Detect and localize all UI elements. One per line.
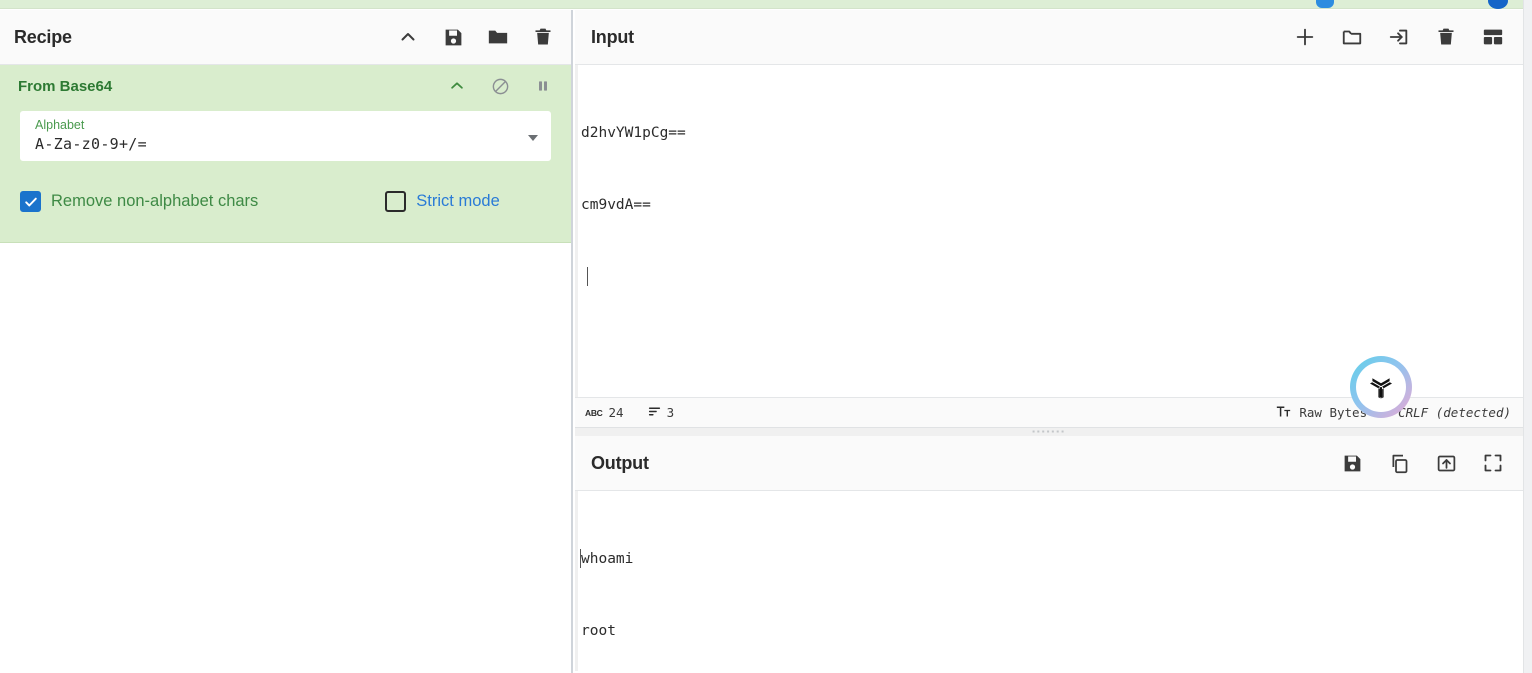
assistant-badge-inner bbox=[1356, 362, 1406, 412]
strict-mode-checkbox[interactable]: Strict mode bbox=[385, 191, 500, 212]
operation-from-base64[interactable]: From Base64 Alphabet A-Za-z0-9+/= Remove… bbox=[0, 65, 571, 243]
remove-non-alphabet-chars-checkbox[interactable]: Remove non-alphabet chars bbox=[20, 191, 258, 212]
operation-arguments: Alphabet A-Za-z0-9+/= bbox=[20, 111, 551, 161]
add-input-tab-icon[interactable] bbox=[1293, 25, 1317, 49]
operation-checkboxes: Remove non-alphabet chars Strict mode bbox=[20, 191, 551, 212]
assistant-badge[interactable] bbox=[1350, 356, 1412, 418]
disable-operation-icon[interactable] bbox=[490, 76, 510, 96]
operation-header: From Base64 bbox=[0, 65, 571, 107]
input-editor-gutter bbox=[575, 65, 578, 397]
input-title: Input bbox=[591, 26, 634, 47]
clear-recipe-icon[interactable] bbox=[531, 25, 555, 49]
clear-input-icon[interactable] bbox=[1434, 25, 1458, 49]
abc-icon: ABC bbox=[585, 407, 603, 418]
copy-output-icon[interactable] bbox=[1387, 451, 1411, 475]
checkbox-unchecked-icon[interactable] bbox=[385, 191, 407, 212]
io-splitter[interactable]: ▪▪▪▪▪▪▪ bbox=[575, 428, 1523, 436]
output-text: whoami root bbox=[575, 499, 1523, 671]
recipe-title-bar: Recipe bbox=[0, 10, 571, 65]
output-editor-gutter bbox=[575, 491, 578, 671]
input-lines-status[interactable]: 3 bbox=[648, 405, 675, 421]
cyberchef-app: Recipe From Base64 Alphabet A-Za-z0-9+/=… bbox=[0, 0, 1532, 673]
input-line: cm9vdA== bbox=[581, 197, 651, 213]
input-toolbar bbox=[1293, 25, 1505, 49]
output-editor[interactable]: whoami root bbox=[575, 491, 1523, 671]
maximise-output-icon[interactable] bbox=[1481, 451, 1505, 475]
recipe-area-top-edge bbox=[0, 0, 1523, 9]
partial-blue-icon-left[interactable] bbox=[1316, 0, 1334, 8]
output-panel: Output whoami root bbox=[575, 436, 1523, 673]
output-title-bar: Output bbox=[575, 436, 1523, 491]
splitter-grip-icon: ▪▪▪▪▪▪▪ bbox=[1032, 427, 1066, 436]
operation-title: From Base64 bbox=[18, 77, 113, 95]
page-title: Recipe bbox=[14, 26, 72, 47]
lines-icon bbox=[648, 405, 661, 421]
output-line: whoami bbox=[580, 547, 1523, 571]
font-icon bbox=[1276, 404, 1291, 422]
input-caret bbox=[581, 265, 1523, 289]
recipe-panel: Recipe From Base64 Alphabet A-Za-z0-9+/=… bbox=[0, 10, 573, 673]
alphabet-dropdown[interactable]: Alphabet A-Za-z0-9+/= bbox=[20, 111, 551, 161]
open-file-as-input-icon[interactable] bbox=[1387, 25, 1411, 49]
output-title: Output bbox=[591, 452, 649, 473]
alphabet-label: Alphabet bbox=[35, 118, 85, 132]
output-toolbar bbox=[1340, 451, 1505, 475]
input-length-status[interactable]: ABC 24 bbox=[585, 405, 624, 420]
remove-non-alphabet-chars-label: Remove non-alphabet chars bbox=[51, 192, 259, 210]
chevron-down-icon[interactable] bbox=[528, 135, 538, 141]
collapse-operation-icon[interactable] bbox=[447, 76, 467, 96]
top-edge-sliver bbox=[0, 0, 1532, 10]
recipe-toolbar bbox=[396, 25, 555, 49]
replace-input-with-output-icon[interactable] bbox=[1434, 451, 1458, 475]
input-editor[interactable]: d2hvYW1pCg== cm9vdA== bbox=[575, 65, 1523, 397]
output-line: root bbox=[581, 623, 616, 639]
input-tab-layout-icon[interactable] bbox=[1481, 25, 1505, 49]
strict-mode-label: Strict mode bbox=[416, 192, 500, 210]
input-text[interactable]: d2hvYW1pCg== cm9vdA== bbox=[575, 73, 1523, 337]
right-scroll-gutter[interactable] bbox=[1523, 0, 1532, 673]
input-line: d2hvYW1pCg== bbox=[581, 125, 686, 141]
input-title-bar: Input bbox=[575, 10, 1523, 65]
operation-toolbar bbox=[447, 76, 553, 96]
tri-prong-logo-icon bbox=[1370, 378, 1392, 399]
breakpoint-operation-icon[interactable] bbox=[533, 76, 553, 96]
save-output-icon[interactable] bbox=[1340, 451, 1364, 475]
checkbox-checked-icon[interactable] bbox=[20, 191, 41, 212]
input-length-value: 24 bbox=[608, 405, 624, 420]
alphabet-value: A-Za-z0-9+/= bbox=[35, 135, 147, 153]
open-folder-as-input-icon[interactable] bbox=[1340, 25, 1364, 49]
input-line-ending-value[interactable]: CRLF (detected) bbox=[1398, 405, 1511, 420]
input-lines-value: 3 bbox=[666, 405, 675, 420]
save-recipe-icon[interactable] bbox=[441, 25, 465, 49]
collapse-recipe-icon[interactable] bbox=[396, 25, 420, 49]
load-recipe-icon[interactable] bbox=[486, 25, 510, 49]
